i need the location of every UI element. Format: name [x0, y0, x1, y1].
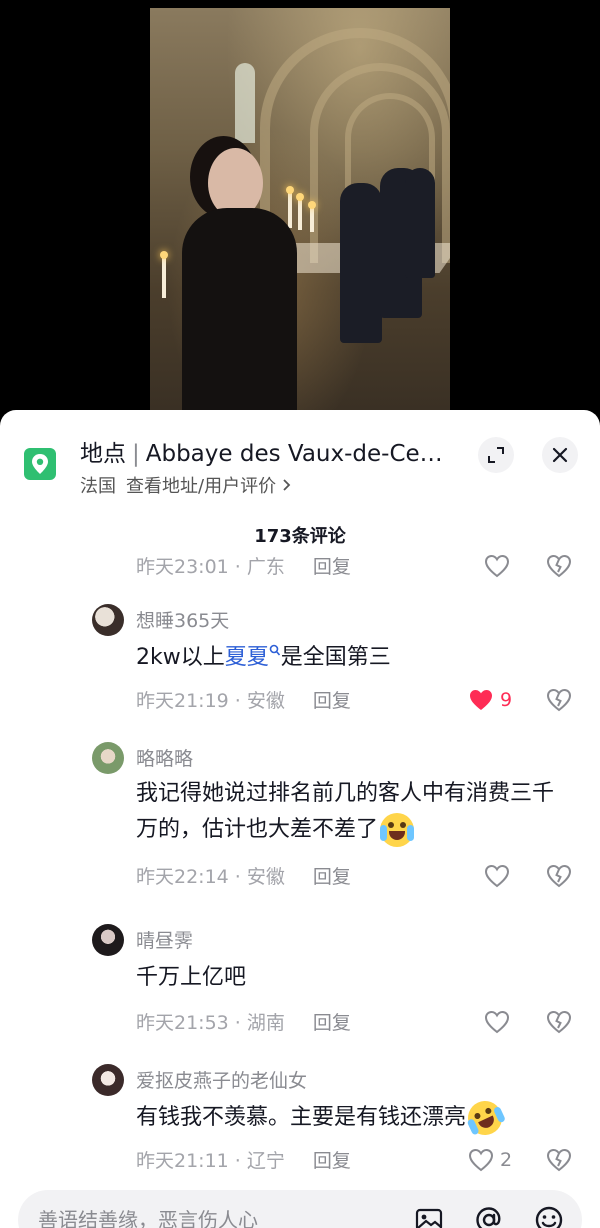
comment-time: 昨天23:01 — [136, 556, 229, 578]
comment-list[interactable]: 昨天23:01 · 广东 回复 想睡365天 2kw以上夏夏 是全国第三 昨天21:… — [0, 546, 600, 1186]
dislike-button[interactable] — [546, 1010, 572, 1038]
location-subtitle[interactable]: 法国 查看地址/用户评价 — [80, 472, 292, 498]
location-name: Abbaye des Vaux-de-Ce… — [145, 441, 443, 467]
comment-username[interactable]: 爱抠皮燕子的老仙女 — [136, 1066, 307, 1093]
location-pin-icon — [24, 448, 56, 480]
search-icon — [269, 644, 280, 656]
close-icon — [552, 447, 568, 463]
broken-heart-icon — [546, 1010, 572, 1034]
comment-region: 安徽 — [246, 866, 285, 888]
broken-heart-icon — [546, 1148, 572, 1172]
comment-text: 我记得她说过排名前几的客人中有消费三千万的，估计也大差不差了 — [136, 776, 566, 848]
like-button[interactable]: 2 — [468, 1148, 512, 1172]
chevron-right-icon — [282, 476, 292, 497]
comment-text: 有钱我不羡慕。主要是有钱还漂亮 — [136, 1095, 566, 1141]
dislike-button[interactable] — [546, 1148, 572, 1176]
heart-filled-icon — [470, 690, 492, 710]
broken-heart-icon — [546, 554, 572, 578]
rolling-laugh-emoji — [462, 1095, 508, 1141]
dislike-button[interactable] — [546, 688, 572, 716]
comment-username[interactable]: 晴昼霁 — [136, 926, 193, 953]
broken-heart-icon — [546, 688, 572, 712]
comment-username[interactable]: 想睡365天 — [136, 606, 229, 633]
like-button[interactable] — [484, 554, 510, 578]
comment-username[interactable]: 略略略 — [136, 744, 193, 771]
comment-region: 安徽 — [246, 690, 285, 712]
like-button[interactable]: 9 — [468, 688, 512, 712]
like-count: 9 — [500, 689, 513, 711]
comment-text: 千万上亿吧 — [136, 965, 247, 990]
reply-button[interactable]: 回复 — [313, 1012, 351, 1034]
avatar[interactable] — [92, 604, 124, 636]
like-button[interactable] — [484, 864, 516, 888]
location-label: 地点 — [80, 441, 126, 467]
heart-icon — [484, 554, 510, 578]
comment-input[interactable] — [38, 1200, 398, 1228]
comment-meta: 昨天21:19 · 安徽 回复 — [136, 690, 351, 712]
reply-button[interactable]: 回复 — [313, 556, 351, 578]
avatar[interactable] — [92, 1064, 124, 1096]
expand-icon — [488, 447, 504, 463]
avatar[interactable] — [92, 742, 124, 774]
dislike-button[interactable] — [546, 864, 572, 892]
comment-count: 173条评论 — [254, 526, 346, 547]
heart-icon — [484, 1010, 510, 1034]
avatar[interactable] — [92, 924, 124, 956]
comment-meta: 昨天21:11 · 辽宁 回复 — [136, 1150, 351, 1172]
heart-icon — [484, 864, 510, 888]
laughing-tears-emoji — [380, 813, 415, 847]
heart-icon — [468, 1148, 494, 1172]
comment-time: 昨天21:19 — [136, 690, 229, 712]
comment-text: 2kw以上夏夏 是全国第三 — [136, 644, 391, 670]
location-title[interactable]: 地点 | Abbaye des Vaux-de-Ce… — [80, 434, 443, 468]
expand-button[interactable] — [478, 437, 514, 473]
reply-button[interactable]: 回复 — [313, 690, 351, 712]
location-country: 法国 — [80, 476, 116, 497]
comment-region: 湖南 — [246, 1012, 285, 1034]
close-button[interactable] — [542, 437, 578, 473]
location-bar[interactable]: 地点 | Abbaye des Vaux-de-Ce… 法国 查看地址/用户评价 — [0, 410, 600, 502]
comments-sheet: 地点 | Abbaye des Vaux-de-Ce… 法国 查看地址/用户评价 17… — [0, 410, 600, 1228]
comment-time: 昨天21:53 — [136, 1012, 229, 1034]
like-count: 2 — [500, 1149, 513, 1171]
comment-region: 广东 — [246, 556, 285, 578]
broken-heart-icon — [546, 864, 572, 888]
comment-meta: 昨天21:53 · 湖南 回复 — [136, 1012, 351, 1034]
reply-button[interactable]: 回复 — [313, 866, 351, 888]
comment-time: 昨天22:14 — [136, 866, 229, 888]
comment-meta: 昨天22:14 · 安徽 回复 — [136, 866, 351, 888]
location-links: 查看地址/用户评价 — [126, 476, 277, 497]
comment-input-bar — [18, 1190, 582, 1228]
emoji-icon[interactable] — [532, 1203, 566, 1228]
at-icon[interactable] — [472, 1203, 506, 1228]
video-area[interactable] — [0, 0, 600, 420]
comment-time: 昨天21:11 — [136, 1150, 229, 1172]
comment-meta-partial: 昨天23:01 · 广东 回复 — [136, 556, 351, 578]
mention-link[interactable]: 夏夏 — [225, 644, 281, 670]
comment-region: 辽宁 — [246, 1150, 285, 1172]
dislike-button[interactable] — [546, 554, 572, 582]
video-frame-image — [150, 8, 450, 410]
image-icon[interactable] — [412, 1203, 446, 1228]
reply-button[interactable]: 回复 — [313, 1150, 351, 1172]
like-button[interactable] — [484, 1010, 516, 1034]
